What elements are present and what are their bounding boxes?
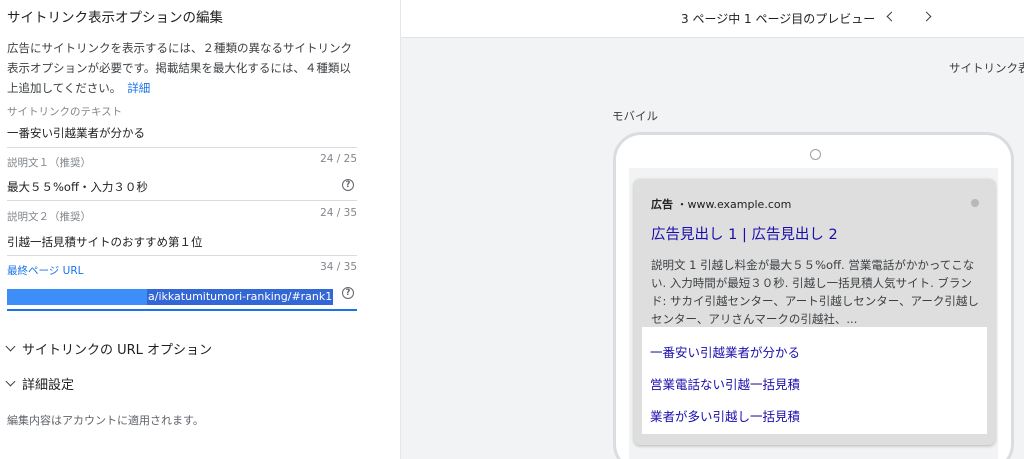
sitelink-item[interactable]: 一番安い引越業者が分かる xyxy=(650,342,800,361)
phone-frame: 広告 ・www.example.com 広告見出し 1 | 広告見出し 2 説明… xyxy=(613,132,1014,459)
sitelink-text-label: サイトリンクのテキスト xyxy=(7,106,123,118)
ad-badge: 広告 xyxy=(651,198,673,211)
ad-separator: ・ xyxy=(676,198,688,211)
intro-body: 広告にサイトリンクを表示するには、２種類の異なるサイトリンク表示オプションが必要… xyxy=(7,41,352,95)
url-redacted-selection xyxy=(7,289,147,305)
description-1-counter: 24 / 25 xyxy=(320,153,357,165)
sitelink-item[interactable]: 業者が多い引越し一括見積 xyxy=(650,406,800,425)
ad-preview-card: 広告 ・www.example.com 広告見出し 1 | 広告見出し 2 説明… xyxy=(634,179,995,445)
ad-meta: 広告 ・www.example.com xyxy=(651,196,791,212)
preview-panel: 3 ページ中 1 ページ目のプレビュー サイトリンク表 モバイル 広告 ・www… xyxy=(401,0,1024,459)
sitelink-editor-panel: サイトリンク表示オプションの編集 広告にサイトリンクを表示するには、２種類の異な… xyxy=(0,0,401,459)
advanced-settings-toggle[interactable]: 詳細設定 xyxy=(5,374,75,393)
ad-headline[interactable]: 広告見出し 1 | 広告見出し 2 xyxy=(651,223,838,244)
active-input-underline xyxy=(7,309,357,311)
help-circle-icon[interactable]: ? xyxy=(342,287,354,299)
description-1-value[interactable]: 最大５５%off・入力３０秒 xyxy=(7,179,357,195)
mobile-label: モバイル xyxy=(612,109,658,123)
page-indicator: 3 ページ中 1 ページ目のプレビュー xyxy=(681,12,876,26)
description-1-field[interactable]: 説明文１（推奨） 24 / 25 最大５５%off・入力３０秒 ? xyxy=(7,153,357,195)
divider xyxy=(7,200,357,201)
sitelink-text-field[interactable]: サイトリンクのテキスト 一番安い引越業者が分かる xyxy=(7,104,357,141)
url-options-toggle[interactable]: サイトリンクの URL オプション xyxy=(5,339,213,358)
description-2-label: 説明文２（推奨） xyxy=(7,211,91,223)
final-url-field[interactable]: 最終ページ URL 34 / 35 a/ikkatumitumori-ranki… xyxy=(7,261,357,311)
divider xyxy=(7,255,357,256)
ad-description: 説明文 1 引越し料金が最大５５%off. 営業電話がかかってこない. 入力時間… xyxy=(651,258,979,326)
chevron-left-icon[interactable] xyxy=(883,9,899,25)
final-url-value: a/ikkatumitumori-ranking/#rank1 xyxy=(147,289,334,305)
chevron-down-icon xyxy=(5,341,16,352)
panel-title: サイトリンク表示オプションの編集 xyxy=(7,10,223,26)
final-url-counter: 34 / 35 xyxy=(320,261,357,273)
details-link[interactable]: 詳細 xyxy=(127,81,150,95)
sitelink-preview-label: サイトリンク表 xyxy=(949,61,1024,75)
intro-text: 広告にサイトリンクを表示するには、２種類の異なるサイトリンク表示オプションが必要… xyxy=(7,38,359,98)
ad-display-url: www.example.com xyxy=(687,198,792,211)
advanced-settings-label: 詳細設定 xyxy=(22,378,75,393)
description-2-field[interactable]: 説明文２（推奨） 24 / 35 引越一括見積サイトのおすすめ第１位 xyxy=(7,207,357,250)
sitelink-text-value[interactable]: 一番安い引越業者が分かる xyxy=(7,125,357,141)
final-url-input[interactable]: a/ikkatumitumori-ranking/#rank1 xyxy=(7,289,334,305)
sitelink-item[interactable]: 営業電話ない引越一括見積 xyxy=(650,374,800,393)
preview-toolbar: 3 ページ中 1 ページ目のプレビュー xyxy=(401,0,1024,38)
description-2-value[interactable]: 引越一括見積サイトのおすすめ第１位 xyxy=(7,234,357,250)
camera-icon xyxy=(810,149,821,160)
divider xyxy=(7,147,357,148)
footnote: 編集内容はアカウントに適用されます。 xyxy=(7,414,204,427)
help-circle-icon[interactable]: ? xyxy=(342,179,354,191)
description-1-label: 説明文１（推奨） xyxy=(7,157,91,169)
sitelink-list: 一番安い引越業者が分かる 営業電話ない引越一括見積 業者が多い引越し一括見積 xyxy=(642,327,987,434)
chevron-down-icon xyxy=(5,376,16,387)
chevron-right-icon[interactable] xyxy=(920,9,936,25)
url-options-label: サイトリンクの URL オプション xyxy=(22,343,213,358)
info-dot-icon xyxy=(971,199,979,207)
description-2-counter: 24 / 35 xyxy=(320,207,357,219)
final-url-label: 最終ページ URL xyxy=(7,265,84,277)
